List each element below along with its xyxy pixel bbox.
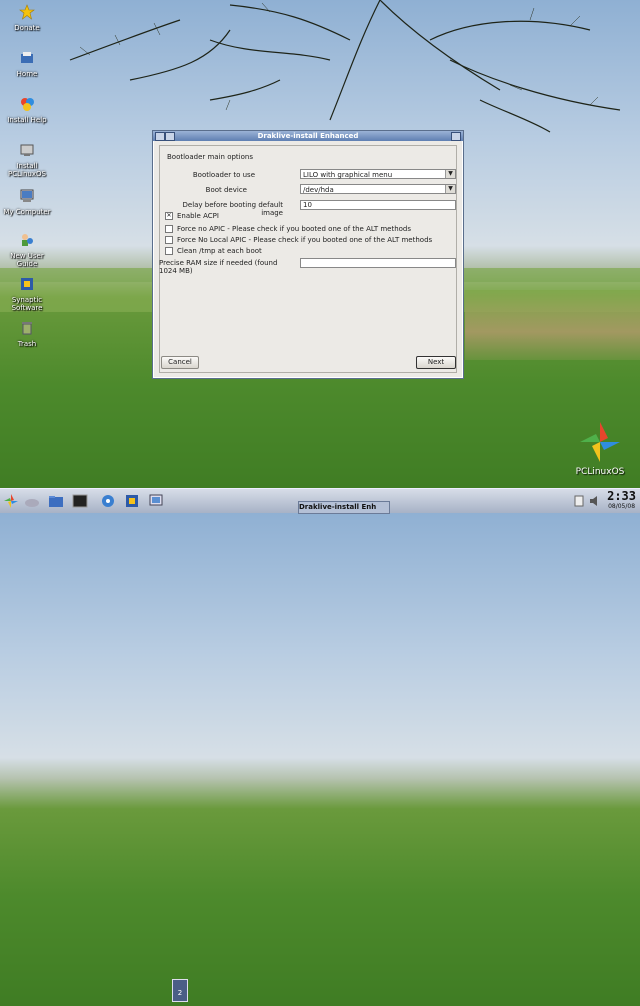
task-ghost: [200, 490, 380, 499]
desktop-icon-home[interactable]: Home: [2, 50, 52, 78]
window-close-button[interactable]: [451, 132, 461, 141]
tree-branches: [69, 0, 621, 133]
desktop-icon-synaptic[interactable]: Synaptic Software: [2, 276, 52, 312]
pclinuxos-logo: PCLinuxOS: [560, 420, 640, 477]
checkbox-unchecked-icon: [165, 225, 173, 233]
bootloader-label: Bootloader to use: [192, 171, 255, 179]
desktop-pager[interactable]: 2: [172, 979, 188, 1002]
package-manager-icon[interactable]: [124, 493, 140, 509]
boot-device-label: Boot device: [205, 186, 247, 194]
desktop-icon-trash[interactable]: Trash: [2, 320, 52, 348]
delay-input[interactable]: 10: [300, 200, 456, 210]
field-band: [465, 290, 640, 360]
control-center-icon[interactable]: [100, 493, 116, 509]
installer-window: Draklive-install Enhanced Bootloader mai…: [152, 130, 464, 379]
desktop-icon-label: Synaptic Software: [11, 296, 43, 312]
ram-size-label: Precise RAM size if needed (found 1024 M…: [159, 259, 278, 275]
desktop-icon-label: Home: [16, 70, 38, 78]
desktop-icon-label: My Computer: [3, 208, 51, 216]
cancel-button[interactable]: Cancel: [161, 356, 199, 369]
clipboard-icon[interactable]: [574, 495, 584, 507]
desktop-icon-label: Install Help: [7, 116, 47, 124]
force-no-apic-checkbox[interactable]: Force no APIC - Please check if you boot…: [165, 225, 411, 233]
check-label: Force No Local APIC - Please check if yo…: [177, 236, 433, 244]
check-label: Enable ACPI: [177, 212, 219, 220]
bootloader-select-value: LILO with graphical menu: [303, 171, 393, 179]
force-no-local-apic-checkbox[interactable]: Force No Local APIC - Please check if yo…: [165, 236, 432, 244]
file-manager-icon[interactable]: [48, 493, 64, 509]
clock-date: 08/05/08: [608, 503, 636, 510]
boot-device-select[interactable]: /dev/hda ▼: [300, 184, 456, 194]
checkbox-checked-icon: ✕: [165, 212, 173, 220]
star-icon: [19, 4, 35, 20]
user-guide-icon: [22, 234, 33, 246]
network-icon[interactable]: [148, 493, 164, 509]
next-button[interactable]: Next: [416, 356, 456, 369]
hard-drive-icon[interactable]: [24, 493, 40, 509]
clock[interactable]: 2:33 08/05/08: [607, 489, 636, 511]
desktop-icon-install-help[interactable]: Install Help: [2, 96, 52, 124]
taskbar-entry-label: Draklive-install Enh: [299, 503, 377, 511]
window-content: Bootloader main options Bootloader to us…: [159, 145, 457, 373]
window-titlebar[interactable]: Draklive-install Enhanced: [153, 131, 463, 141]
clean-tmp-checkbox[interactable]: Clean /tmp at each boot: [165, 247, 262, 255]
desktop-icon-label: Install PCLinuxOS: [8, 162, 46, 178]
home-folder-icon: [21, 52, 33, 63]
start-menu-icon[interactable]: [3, 493, 19, 509]
help-icon: [21, 98, 34, 111]
bootloader-select[interactable]: LILO with graphical menu ▼: [300, 169, 456, 179]
desktop-icon-donate[interactable]: Donate: [2, 4, 52, 32]
desktop-icon-label: Donate: [14, 24, 40, 32]
check-label: Force no APIC - Please check if you boot…: [177, 225, 411, 233]
window-sticky-button[interactable]: [165, 132, 175, 141]
check-label: Clean /tmp at each boot: [177, 247, 262, 255]
window-title: Draklive-install Enhanced: [257, 132, 359, 140]
computer-icon: [20, 189, 34, 202]
pclinuxos-logo-icon: [580, 422, 620, 462]
taskbar: 2 Draklive-install Enh 2:33 08/05/08: [0, 488, 640, 1002]
desktop-icon-new-user-guide[interactable]: New User Guide: [2, 232, 52, 268]
brand-text: PCLinuxOS: [575, 467, 625, 477]
taskbar-entry-installer[interactable]: Draklive-install Enh: [298, 501, 390, 514]
desktop-icon-install-pclinuxos[interactable]: Install PCLinuxOS: [2, 142, 52, 178]
section-title: Bootloader main options: [167, 153, 253, 161]
synaptic-icon: [21, 278, 33, 290]
terminal-icon[interactable]: [72, 493, 88, 509]
ram-size-input[interactable]: [300, 258, 456, 268]
enable-acpi-checkbox[interactable]: ✕ Enable ACPI: [165, 212, 219, 220]
clock-time: 2:33: [607, 489, 636, 503]
boot-device-select-value: /dev/hda: [303, 186, 334, 194]
chevron-down-icon: ▼: [445, 185, 455, 193]
desktop-icon-label: Trash: [17, 340, 37, 348]
volume-icon[interactable]: [589, 495, 599, 507]
desktop-icon-label: New User Guide: [10, 252, 44, 268]
window-menu-icon[interactable]: [155, 132, 165, 141]
trash-icon: [22, 322, 32, 335]
installer-icon: [20, 144, 34, 156]
checkbox-unchecked-icon: [165, 247, 173, 255]
checkbox-unchecked-icon: [165, 236, 173, 244]
chevron-down-icon: ▼: [445, 170, 455, 178]
desktop-icon-my-computer[interactable]: My Computer: [2, 188, 52, 216]
